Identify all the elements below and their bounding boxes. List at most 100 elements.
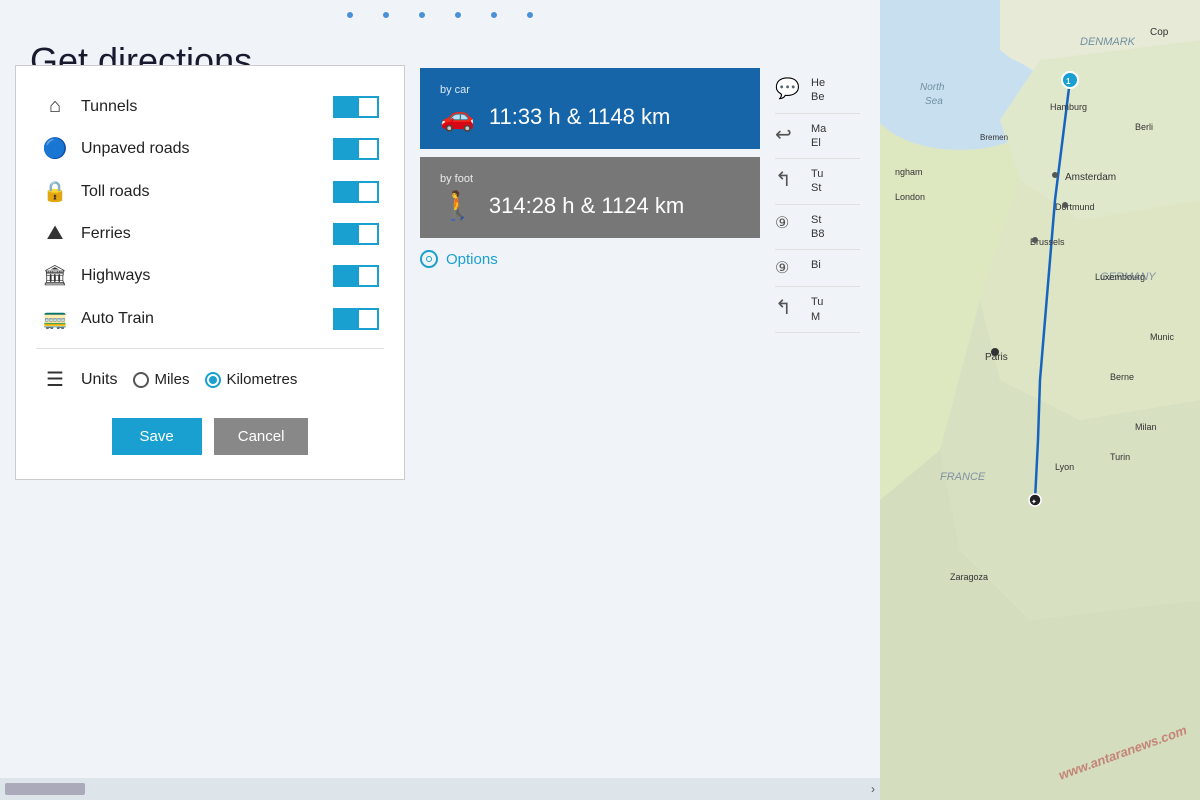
nav-dot[interactable] <box>455 12 461 18</box>
highways-icon: 🏛 <box>41 263 69 288</box>
dir-icon-chat: 💬 <box>775 76 803 101</box>
dir-item-5[interactable]: ↰ Tu M <box>775 287 860 333</box>
dir-icon-turn5: ↰ <box>775 295 803 320</box>
route-card-foot[interactable]: by foot 🚶 314:28 h & 1124 km <box>420 157 760 238</box>
units-label: Units <box>81 371 117 389</box>
toll-roads-icon: 🔒 <box>41 179 69 204</box>
dir-icon-num3: ⑨ <box>775 213 803 233</box>
unpaved-roads-label: Unpaved roads <box>81 140 190 158</box>
nav-dot[interactable] <box>527 12 533 18</box>
dir-text-2: Tu St <box>811 167 823 196</box>
dir-text-0: He Be <box>811 76 825 105</box>
highways-label: Highways <box>81 267 150 285</box>
directions-sidebar: 💬 He Be ↩ Ma El ↰ Tu St <box>775 68 860 333</box>
divider <box>36 348 384 349</box>
svg-text:Hamburg: Hamburg <box>1050 102 1087 112</box>
map-area: 1 ✦ DENMARK North Sea GERMANY FRANCE Cop… <box>880 0 1200 800</box>
nav-dot[interactable] <box>491 12 497 18</box>
miles-label: Miles <box>154 371 189 388</box>
foot-icon: 🚶 <box>440 189 475 222</box>
auto-train-label: Auto Train <box>81 310 154 328</box>
unpaved-roads-icon: 🔵 <box>41 136 69 161</box>
svg-text:Amsterdam: Amsterdam <box>1065 172 1116 183</box>
scrollbar-thumb[interactable] <box>5 783 85 795</box>
svg-text:✦: ✦ <box>1031 498 1037 506</box>
options-link[interactable]: Options <box>420 250 760 268</box>
svg-text:Munic: Munic <box>1150 332 1175 342</box>
dir-text-5: Tu M <box>811 295 823 324</box>
toll-roads-label: Toll roads <box>81 183 149 201</box>
options-link-icon <box>420 250 438 268</box>
svg-text:Milan: Milan <box>1135 422 1157 432</box>
svg-text:FRANCE: FRANCE <box>940 471 986 483</box>
car-icon: 🚗 <box>440 100 475 133</box>
save-button[interactable]: Save <box>112 418 202 455</box>
nav-dot[interactable] <box>419 12 425 18</box>
dir-icon-num4: ⑨ <box>775 258 803 278</box>
dir-text-4: Bi <box>811 258 821 272</box>
kilometres-label: Kilometres <box>226 371 297 388</box>
tunnels-toggle[interactable] <box>333 96 379 118</box>
auto-train-icon: 🚃 <box>41 306 69 331</box>
option-row-unpaved-roads: 🔵 Unpaved roads <box>36 127 384 170</box>
route-card-car[interactable]: by car 🚗 11:33 h & 1148 km <box>420 68 760 149</box>
tunnels-label: Tunnels <box>81 98 137 116</box>
dir-item-0[interactable]: 💬 He Be <box>775 68 860 114</box>
svg-text:Bremen: Bremen <box>980 133 1008 142</box>
dir-item-4[interactable]: ⑨ Bi <box>775 250 860 287</box>
cancel-button[interactable]: Cancel <box>214 418 309 455</box>
bottom-scrollbar[interactable]: › <box>0 778 880 800</box>
svg-text:Luxembourg: Luxembourg <box>1095 272 1145 282</box>
foot-time: 314:28 h & 1124 km <box>489 193 684 219</box>
svg-text:Dortmund: Dortmund <box>1055 202 1095 212</box>
units-icon: ☰ <box>41 367 69 392</box>
tunnels-icon: ⌂ <box>41 95 69 118</box>
ferries-icon: ⛰ <box>41 222 69 245</box>
route-mode-car: by car <box>440 84 740 96</box>
miles-radio[interactable]: Miles <box>133 371 189 388</box>
options-dialog: ⌂ Tunnels 🔵 Unpaved roads 🔒 Toll roads <box>15 65 405 480</box>
svg-text:Turin: Turin <box>1110 452 1130 462</box>
dir-icon-turn2: ↰ <box>775 167 803 192</box>
dir-item-1[interactable]: ↩ Ma El <box>775 114 860 160</box>
option-row-auto-train: 🚃 Auto Train <box>36 297 384 340</box>
svg-text:London: London <box>895 192 925 202</box>
dir-item-2[interactable]: ↰ Tu St <box>775 159 860 205</box>
dir-icon-turn1: ↩ <box>775 122 803 147</box>
option-row-ferries: ⛰ Ferries <box>36 213 384 254</box>
svg-text:North: North <box>920 82 945 93</box>
svg-text:Lyon: Lyon <box>1055 462 1074 472</box>
miles-radio-circle[interactable] <box>133 372 149 388</box>
app-container: Get directions ⌂ Tunnels 🔵 Unpaved roads <box>0 0 1200 800</box>
toll-roads-toggle[interactable] <box>333 181 379 203</box>
svg-text:Cop: Cop <box>1150 27 1169 38</box>
option-row-highways: 🏛 Highways <box>36 254 384 297</box>
unpaved-roads-toggle[interactable] <box>333 138 379 160</box>
options-link-label: Options <box>446 251 498 268</box>
svg-text:DENMARK: DENMARK <box>1080 36 1136 48</box>
auto-train-toggle[interactable] <box>333 308 379 330</box>
map-svg: 1 ✦ DENMARK North Sea GERMANY FRANCE Cop… <box>880 0 1200 800</box>
kilometres-radio[interactable]: Kilometres <box>205 371 297 388</box>
dir-item-3[interactable]: ⑨ St B8 <box>775 205 860 251</box>
units-row: ☰ Units Miles Kilometres <box>36 357 384 402</box>
nav-dot[interactable] <box>347 12 353 18</box>
left-panel: Get directions ⌂ Tunnels 🔵 Unpaved roads <box>0 0 880 800</box>
car-time: 11:33 h & 1148 km <box>489 104 670 130</box>
scroll-right-arrow[interactable]: › <box>871 782 875 796</box>
svg-text:ngham: ngham <box>895 167 923 177</box>
option-row-toll-roads: 🔒 Toll roads <box>36 170 384 213</box>
dir-text-1: Ma El <box>811 122 826 151</box>
kilometres-radio-circle[interactable] <box>205 372 221 388</box>
dialog-buttons: Save Cancel <box>36 418 384 459</box>
svg-text:Berne: Berne <box>1110 372 1134 382</box>
svg-text:Sea: Sea <box>925 96 943 107</box>
highways-toggle[interactable] <box>333 265 379 287</box>
ferries-toggle[interactable] <box>333 223 379 245</box>
ferries-label: Ferries <box>81 225 131 243</box>
top-dots <box>0 0 880 30</box>
nav-dot[interactable] <box>383 12 389 18</box>
route-results: by car 🚗 11:33 h & 1148 km by foot 🚶 314… <box>420 68 760 268</box>
svg-text:Zaragoza: Zaragoza <box>950 572 988 582</box>
option-row-tunnels: ⌂ Tunnels <box>36 86 384 127</box>
